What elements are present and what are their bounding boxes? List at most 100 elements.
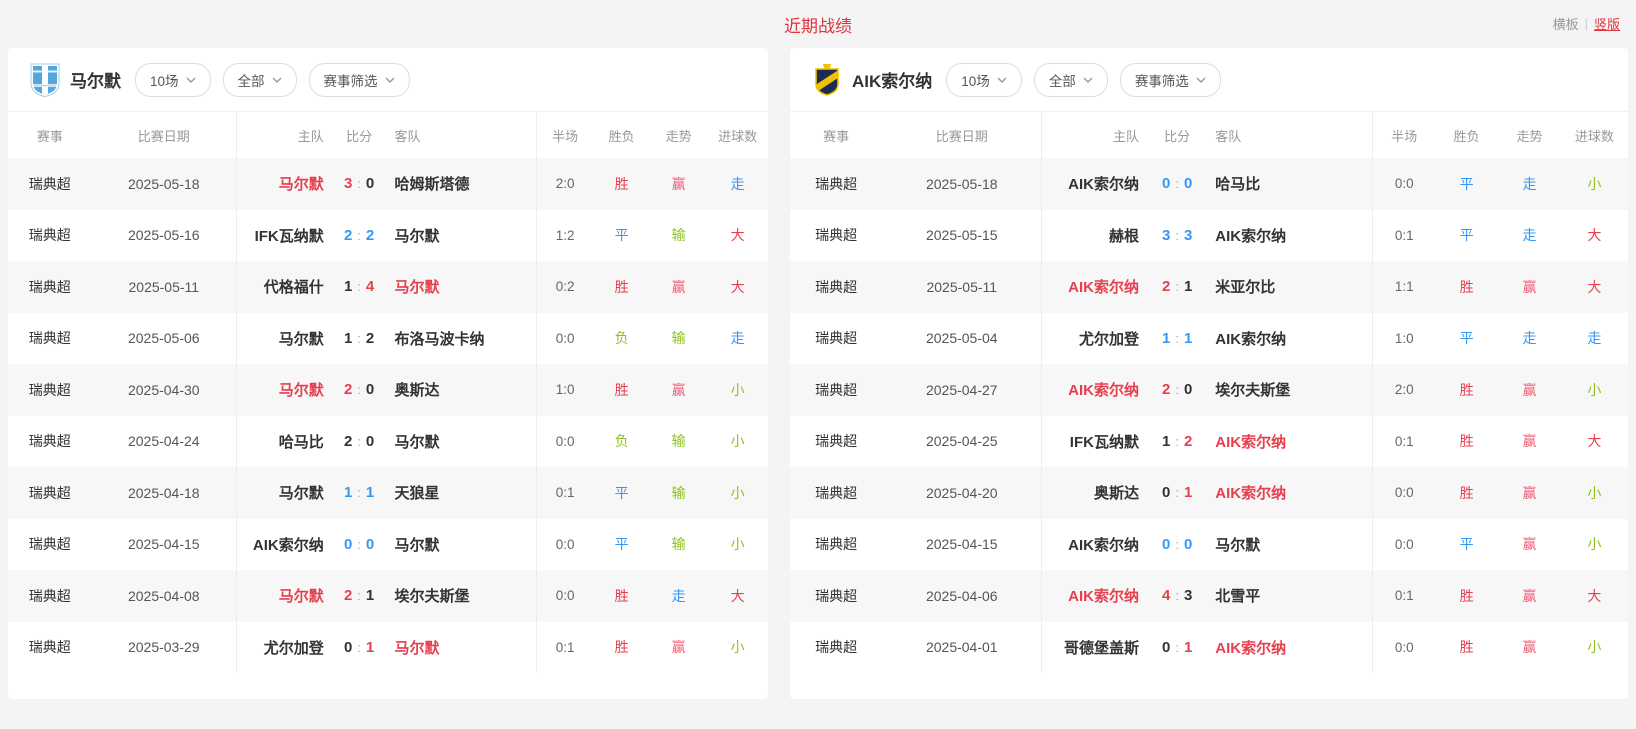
goals-cell: 走 <box>707 158 768 210</box>
league-cell: 瑞典超 <box>790 210 882 262</box>
score-cell: 0:1 <box>1147 622 1207 674</box>
home-team-cell: 尤尔加登 <box>236 622 332 674</box>
home-team-cell: AIK索尔纳 <box>1041 364 1147 416</box>
column-header-trend: 走势 <box>1498 112 1561 158</box>
column-header-score: 比分 <box>332 112 387 158</box>
league-cell: 瑞典超 <box>790 467 882 519</box>
trend-cell: 赢 <box>1498 364 1561 416</box>
competition-filter-dropdown[interactable]: 赛事筛选 <box>309 63 410 97</box>
chevron-down-icon <box>186 77 196 83</box>
away-team-cell: 北雪平 <box>1207 570 1372 622</box>
away-team-cell: 埃尔夫斯堡 <box>1207 364 1372 416</box>
score-cell: 2:0 <box>332 364 387 416</box>
trend-cell: 赢 <box>650 364 707 416</box>
home-team-cell: 马尔默 <box>236 313 332 365</box>
view-horizontal-link[interactable]: 横板 <box>1553 14 1579 33</box>
home-team-cell: AIK索尔纳 <box>1041 261 1147 313</box>
trend-cell: 输 <box>650 467 707 519</box>
away-team-cell: 哈马比 <box>1207 158 1372 210</box>
league-cell: 瑞典超 <box>790 519 882 571</box>
goals-cell: 走 <box>1561 313 1628 365</box>
match-count-dropdown[interactable]: 10场 <box>135 63 211 97</box>
league-cell: 瑞典超 <box>8 261 92 313</box>
trend-cell: 走 <box>650 570 707 622</box>
column-header-row: 赛事比赛日期主队比分客队半场胜负走势进球数 <box>790 112 1628 158</box>
team-name: AIK索尔纳 <box>852 67 932 92</box>
match-count-dropdown[interactable]: 10场 <box>946 63 1022 97</box>
date-cell: 2025-04-24 <box>92 416 236 468</box>
score-cell: 4:3 <box>1147 570 1207 622</box>
home-team-cell: 代格福什 <box>236 261 332 313</box>
league-cell: 瑞典超 <box>8 313 92 365</box>
away-team-cell: 马尔默 <box>1207 519 1372 571</box>
home-team-cell: IFK瓦纳默 <box>1041 416 1147 468</box>
league-cell: 瑞典超 <box>790 261 882 313</box>
result-cell: 胜 <box>1435 416 1498 468</box>
match-row: 瑞典超2025-04-08马尔默2:1埃尔夫斯堡0:0胜走大 <box>8 570 768 622</box>
goals-cell: 大 <box>1561 261 1628 313</box>
goals-cell: 走 <box>707 313 768 365</box>
score-cell: 1:1 <box>1147 313 1207 365</box>
filter-bar: 10场 全部 赛事筛选 <box>946 63 1221 97</box>
scope-dropdown[interactable]: 全部 <box>1034 63 1108 97</box>
result-cell: 平 <box>1435 158 1498 210</box>
competition-filter-label: 赛事筛选 <box>1135 70 1189 90</box>
date-cell: 2025-05-18 <box>882 158 1041 210</box>
column-header-date: 比赛日期 <box>92 112 236 158</box>
trend-cell: 赢 <box>1498 467 1561 519</box>
trend-cell: 输 <box>650 416 707 468</box>
chevron-down-icon <box>1083 77 1093 83</box>
date-cell: 2025-05-18 <box>92 158 236 210</box>
away-team-cell: 马尔默 <box>386 261 536 313</box>
scope-label: 全部 <box>1049 70 1076 90</box>
home-team-cell: 马尔默 <box>236 570 332 622</box>
score-cell: 3:0 <box>332 158 387 210</box>
date-cell: 2025-04-15 <box>92 519 236 571</box>
column-header-goals: 进球数 <box>707 112 768 158</box>
away-team-cell: AIK索尔纳 <box>1207 313 1372 365</box>
score-cell: 1:2 <box>1147 416 1207 468</box>
result-cell: 胜 <box>593 622 650 674</box>
goals-cell: 大 <box>707 210 768 262</box>
home-team-cell: 马尔默 <box>236 364 332 416</box>
goals-cell: 小 <box>707 416 768 468</box>
scope-dropdown[interactable]: 全部 <box>223 63 297 97</box>
date-cell: 2025-04-27 <box>882 364 1041 416</box>
goals-cell: 大 <box>707 261 768 313</box>
column-header-result: 胜负 <box>593 112 650 158</box>
trend-cell: 走 <box>1498 158 1561 210</box>
goals-cell: 大 <box>1561 570 1628 622</box>
halftime-cell: 1:1 <box>1372 261 1435 313</box>
goals-cell: 小 <box>707 622 768 674</box>
away-team-cell: 奥斯达 <box>386 364 536 416</box>
league-cell: 瑞典超 <box>8 570 92 622</box>
team-panels: 马尔默 10场 全部 赛事筛选 赛事比赛日期主队比分客队半场胜负走势进球数 瑞典… <box>0 48 1636 699</box>
result-cell: 胜 <box>1435 570 1498 622</box>
match-row: 瑞典超2025-05-18AIK索尔纳0:0哈马比0:0平走小 <box>790 158 1628 210</box>
match-row: 瑞典超2025-05-04尤尔加登1:1AIK索尔纳1:0平走走 <box>790 313 1628 365</box>
date-cell: 2025-05-06 <box>92 313 236 365</box>
match-row: 瑞典超2025-04-15AIK索尔纳0:0马尔默0:0平输小 <box>8 519 768 571</box>
away-team-cell: AIK索尔纳 <box>1207 210 1372 262</box>
home-team-cell: 哥德堡盖斯 <box>1041 622 1147 674</box>
score-cell: 0:1 <box>332 622 387 674</box>
trend-cell: 赢 <box>650 261 707 313</box>
date-cell: 2025-05-11 <box>92 261 236 313</box>
result-cell: 负 <box>593 313 650 365</box>
competition-filter-dropdown[interactable]: 赛事筛选 <box>1120 63 1221 97</box>
league-cell: 瑞典超 <box>8 158 92 210</box>
score-cell: 0:0 <box>1147 519 1207 571</box>
halftime-cell: 0:0 <box>536 519 593 571</box>
filter-bar: 10场 全部 赛事筛选 <box>135 63 410 97</box>
league-cell: 瑞典超 <box>790 364 882 416</box>
view-vertical-link[interactable]: 竖版 <box>1594 14 1620 33</box>
league-cell: 瑞典超 <box>790 570 882 622</box>
result-cell: 平 <box>593 210 650 262</box>
league-cell: 瑞典超 <box>790 158 882 210</box>
column-header-score: 比分 <box>1147 112 1207 158</box>
column-header-home-team: 主队 <box>236 112 332 158</box>
date-cell: 2025-04-25 <box>882 416 1041 468</box>
match-row: 瑞典超2025-04-15AIK索尔纳0:0马尔默0:0平赢小 <box>790 519 1628 571</box>
league-cell: 瑞典超 <box>790 622 882 674</box>
home-team-cell: 赫根 <box>1041 210 1147 262</box>
